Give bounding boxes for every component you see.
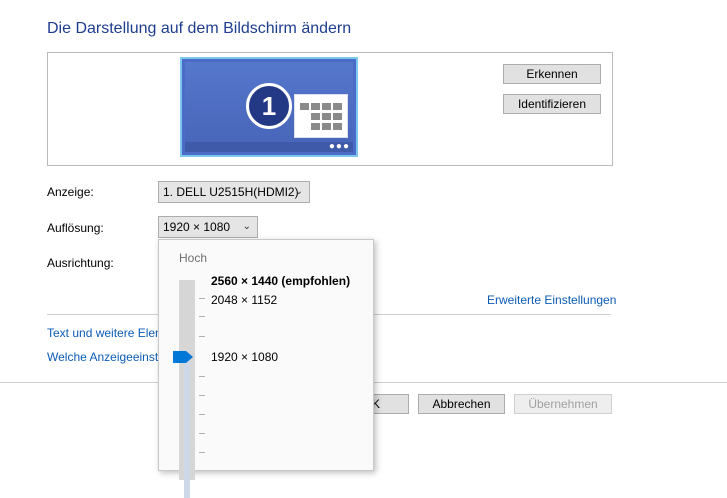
monitor-taskbar xyxy=(185,142,353,152)
slider-tick xyxy=(199,452,205,453)
resolution-slider-track[interactable] xyxy=(179,280,195,498)
app-grid-icon xyxy=(294,94,348,138)
display-select-value: 1. DELL U2515H(HDMI2) xyxy=(163,185,299,199)
advanced-settings-link[interactable]: Erweiterte Einstellungen xyxy=(487,293,616,307)
page-title: Die Darstellung auf dem Bildschirm änder… xyxy=(47,20,352,37)
apply-button: Übernehmen xyxy=(514,394,612,414)
slider-tick xyxy=(199,316,205,317)
monitor-number-badge: 1 xyxy=(246,83,292,129)
resolution-option-1920x1080[interactable]: 1920 × 1080 xyxy=(211,350,278,364)
cancel-button[interactable]: Abbrechen xyxy=(418,394,505,414)
slider-top-label: Hoch xyxy=(179,251,208,265)
slider-tick xyxy=(199,433,205,434)
slider-fill xyxy=(184,358,190,498)
slider-tick xyxy=(199,395,205,396)
resolution-label: Auflösung: xyxy=(47,221,104,235)
slider-tick xyxy=(199,298,205,299)
resolution-option-2048x1152[interactable]: 2048 × 1152 xyxy=(211,293,277,307)
slider-tick xyxy=(199,376,205,377)
slider-tick xyxy=(199,414,205,415)
slider-tick xyxy=(199,336,205,337)
chevron-down-icon: ⌄ xyxy=(242,221,251,232)
which-settings-link[interactable]: Welche Anzeigeeinste xyxy=(47,350,165,364)
resolution-select[interactable]: 1920 × 1080 ⌄ xyxy=(158,216,258,238)
detect-button[interactable]: Erkennen xyxy=(503,64,601,84)
identify-button[interactable]: Identifizieren xyxy=(503,94,601,114)
resolution-select-value: 1920 × 1080 xyxy=(163,220,231,234)
display-label: Anzeige: xyxy=(47,185,94,199)
ellipsis-icon: ●●● xyxy=(328,141,350,152)
chevron-down-icon: ⌄ xyxy=(294,186,303,197)
monitor-1-preview[interactable]: ●●● 1 xyxy=(180,57,358,157)
slider-thumb[interactable] xyxy=(173,351,193,363)
text-size-link[interactable]: Text und weitere Elem xyxy=(47,326,165,340)
resolution-option-2560x1440[interactable]: 2560 × 1440 (empfohlen) xyxy=(211,274,350,288)
orientation-label: Ausrichtung: xyxy=(47,256,114,270)
display-select[interactable]: 1. DELL U2515H(HDMI2) ⌄ xyxy=(158,181,310,203)
resolution-dropdown-popup: Hoch 2560 × 1440 (empfohlen) 2048 × 1152… xyxy=(158,239,374,498)
